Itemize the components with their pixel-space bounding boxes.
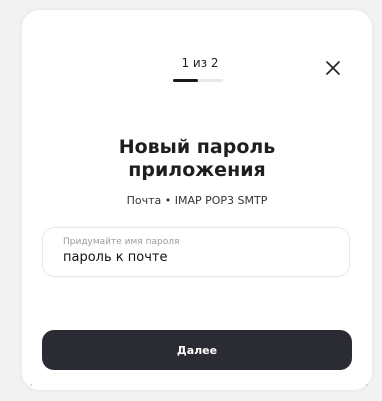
progress-bar (173, 79, 223, 82)
page-title-line-1: Новый пароль (118, 136, 276, 158)
step-counter: 1 из 2 (181, 56, 219, 70)
next-button[interactable]: Далее (42, 330, 352, 370)
new-app-password-dialog: 1 из 2 Новый пароль приложения Почта • I… (22, 10, 372, 390)
close-button[interactable] (320, 55, 346, 81)
password-name-field[interactable]: Придумайте имя пароля пароль к почте (42, 227, 350, 277)
decorative-dot (366, 384, 368, 386)
page-title-line-2: приложения (128, 159, 266, 181)
password-name-input[interactable]: пароль к почте (63, 250, 167, 265)
decorative-dot (30, 384, 32, 386)
service-subtitle: Почта • IMAP POP3 SMTP (126, 194, 268, 207)
progress-bar-fill (173, 79, 198, 82)
password-name-label: Придумайте имя пароля (63, 237, 180, 247)
page-title: Новый пароль приложения (22, 136, 372, 182)
close-icon (326, 61, 340, 75)
